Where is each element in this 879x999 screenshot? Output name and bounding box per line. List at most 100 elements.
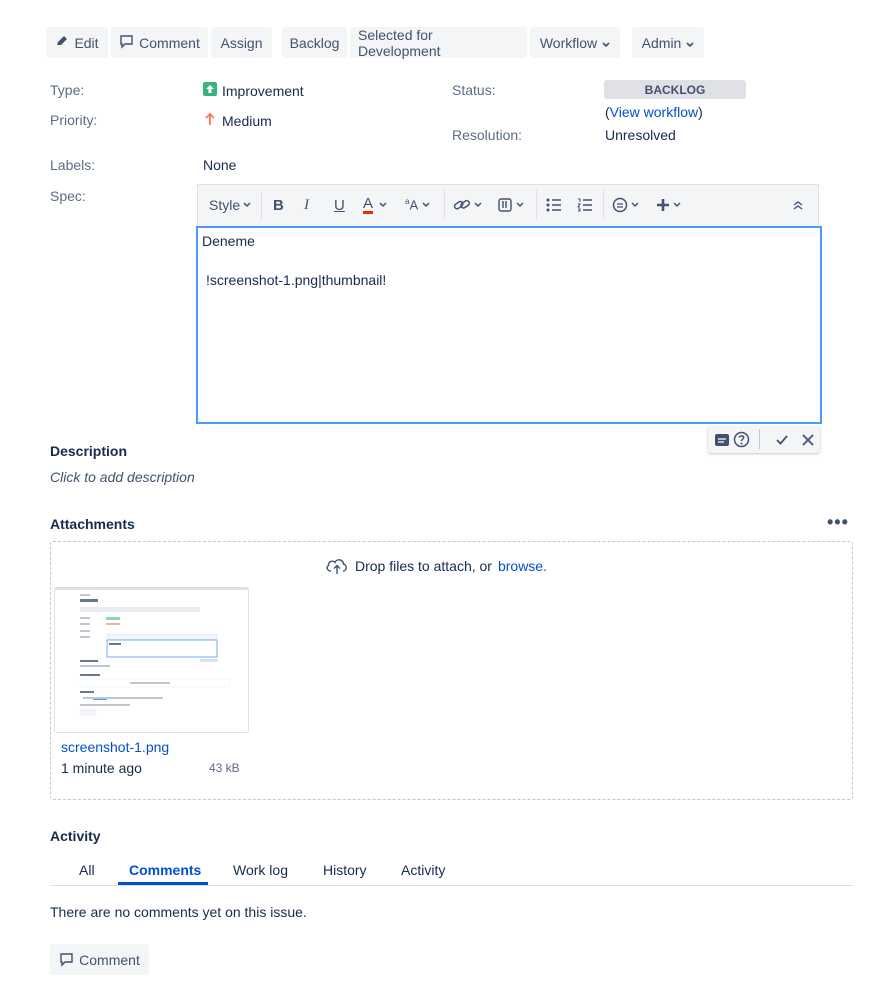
edit-label: Edit [74,34,99,51]
resolution-value: Unresolved [605,127,676,143]
browse-link[interactable]: browse. [498,558,547,574]
italic-icon[interactable]: I [304,192,309,218]
view-workflow-close-paren: ) [698,104,703,120]
status-badge: BACKLOG [604,80,746,99]
assign-label: Assign [220,34,263,51]
collapse-toolbar-button[interactable] [793,192,803,218]
cloud-upload-icon [326,559,347,574]
activity-heading: Activity [50,828,101,844]
bold-icon[interactable]: B [273,192,284,218]
toolbar-divider [603,190,604,220]
selected-for-development-label: Selected for Development [358,26,441,59]
no-comments-message: There are no comments yet on this issue. [50,904,307,920]
spec-label: Spec: [50,188,86,204]
tab-activity[interactable]: Activity [401,862,445,878]
more-options-icon[interactable]: ••• [827,512,849,533]
attachment-thumbnail[interactable] [54,587,249,733]
chevron-down-icon [631,202,639,208]
labels-value[interactable]: None [203,157,236,173]
attachment-file-link[interactable]: screenshot-1.png [61,739,169,755]
confirm-check-icon[interactable] [775,433,789,450]
attachment-size: 43 kB [209,761,240,775]
status-label: Status: [452,82,496,98]
resolution-label: Resolution: [452,127,523,143]
wiki-markup-icon[interactable] [714,432,730,451]
backlog-label: Backlog [289,34,340,51]
priority-value[interactable]: Medium [203,112,272,129]
attachment-button[interactable] [497,192,524,218]
tab-all[interactable]: All [79,862,95,878]
link-button[interactable] [453,192,482,218]
selected-for-development-button[interactable]: Selected for Development [350,26,527,59]
double-chevron-up-icon [793,201,803,210]
bullet-list-button[interactable] [546,192,562,218]
cancel-close-icon[interactable] [801,433,815,450]
bullet-list-icon [546,198,561,212]
style-dropdown[interactable]: Style [209,192,251,218]
priority-value-text: Medium [222,112,272,129]
type-label: Type: [50,82,85,98]
add-comment-label: Comment [79,951,140,968]
edit-button[interactable]: Edit [46,27,108,58]
improvement-icon [203,82,217,99]
view-workflow: (View workflow) [605,104,703,120]
chevron-down-icon [602,35,610,51]
editor-line-1: Deneme [202,233,255,249]
backlog-button[interactable]: Backlog [282,27,347,58]
type-value-text: Improvement [222,82,304,99]
chevron-down-icon [474,202,482,208]
plus-icon [657,199,669,211]
attachment-preview-image [55,588,248,716]
spec-editor[interactable]: Deneme !screenshot-1.png|thumbnail! [196,226,822,424]
link-icon [453,199,471,210]
paperclip-icon [498,198,512,212]
chevron-down-icon [243,202,251,208]
help-icon[interactable] [733,431,750,451]
numbered-list-button[interactable] [577,192,593,218]
text-effects-icon: aA [405,197,419,213]
pencil-icon [55,34,69,51]
tabs-divider [50,885,853,886]
drop-files-prompt: Drop files to attach, or browse. [325,556,547,575]
add-comment-button[interactable]: Comment [50,944,149,975]
arrow-up-icon [203,112,217,129]
priority-label: Priority: [50,112,98,128]
editor-actions-divider [759,429,760,449]
chevron-down-icon [686,35,694,51]
underline-icon[interactable]: U [334,192,345,218]
attachment-time: 1 minute ago [61,760,142,776]
numbered-list-icon [577,198,592,212]
toolbar-divider [536,190,537,220]
comment-label: Comment [139,34,200,51]
drop-files-text: Drop files to attach, or [355,557,492,574]
attachment-file-name[interactable]: screenshot-1.png [61,739,169,755]
labels-label: Labels: [50,157,96,173]
tab-work-log[interactable]: Work log [233,862,288,878]
comment-icon [60,953,73,967]
editor-line-2: !screenshot-1.png|thumbnail! [206,272,387,288]
admin-dropdown[interactable]: Admin [632,27,704,58]
view-workflow-link[interactable]: View workflow [610,104,698,120]
comment-icon [119,34,134,52]
toolbar-divider [261,190,262,220]
chevron-down-icon [673,202,681,208]
emoji-icon [612,197,628,213]
chevron-down-icon [516,202,524,208]
toolbar-divider [444,190,445,220]
description-placeholder[interactable]: Click to add description [50,469,195,485]
emoticon-button[interactable] [612,192,639,218]
text-color-icon: A [363,195,374,214]
description-heading: Description [50,443,128,459]
text-effects-button[interactable]: aA [405,192,430,218]
tab-comments[interactable]: Comments [129,862,201,878]
insert-more-button[interactable] [656,192,681,218]
tab-history[interactable]: History [323,862,367,878]
type-value[interactable]: Improvement [203,82,304,99]
chevron-down-icon [379,202,387,208]
assign-button[interactable]: Assign [211,27,272,58]
workflow-label: Workflow [539,34,598,51]
text-color-button[interactable]: A [363,192,387,218]
comment-button[interactable]: Comment [111,27,208,58]
workflow-dropdown[interactable]: Workflow [530,27,620,58]
style-label: Style [209,197,241,213]
